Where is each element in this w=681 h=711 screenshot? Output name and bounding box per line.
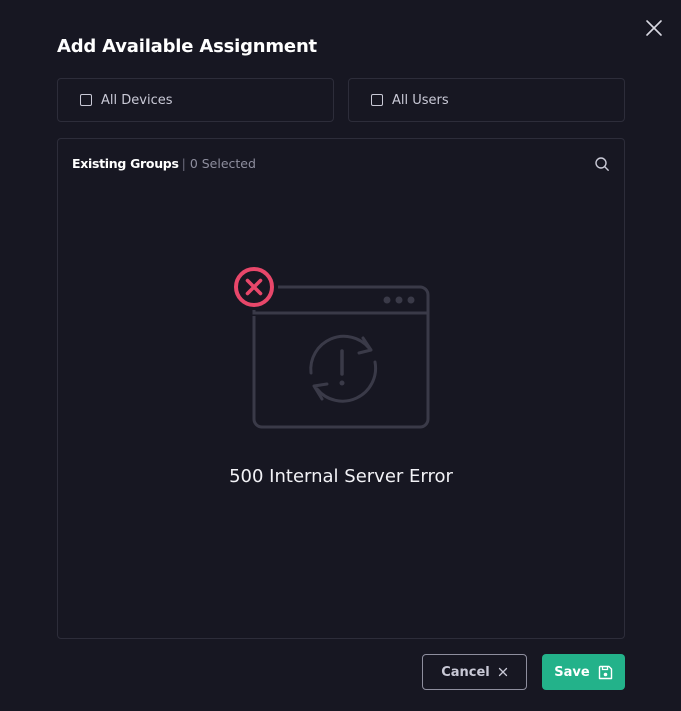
all-users-label: All Users (392, 92, 449, 108)
dialog-title: Add Available Assignment (57, 36, 317, 57)
all-devices-checkbox[interactable] (80, 94, 92, 106)
floppy-disk-icon (598, 665, 613, 680)
search-button[interactable] (594, 156, 610, 172)
groups-heading: Existing Groups (72, 156, 179, 171)
server-error-illustration (232, 266, 432, 432)
all-devices-label: All Devices (101, 92, 173, 108)
groups-separator: | (181, 156, 186, 171)
error-message: 500 Internal Server Error (229, 466, 453, 487)
save-label: Save (554, 664, 590, 680)
groups-header: Existing Groups | 0 Selected (72, 156, 256, 171)
all-users-option[interactable]: All Users (348, 78, 625, 122)
cancel-button[interactable]: Cancel (422, 654, 527, 690)
close-small-icon (498, 667, 508, 677)
existing-groups-panel: Existing Groups | 0 Selected 500 Interna… (57, 138, 625, 639)
selected-count: 0 Selected (189, 156, 256, 171)
all-devices-option[interactable]: All Devices (57, 78, 334, 122)
save-button[interactable]: Save (542, 654, 625, 690)
all-users-checkbox[interactable] (371, 94, 383, 106)
close-button[interactable] (644, 18, 664, 38)
search-icon (595, 157, 609, 171)
close-icon (646, 20, 662, 36)
error-x-icon (234, 267, 274, 307)
cancel-label: Cancel (441, 664, 490, 680)
